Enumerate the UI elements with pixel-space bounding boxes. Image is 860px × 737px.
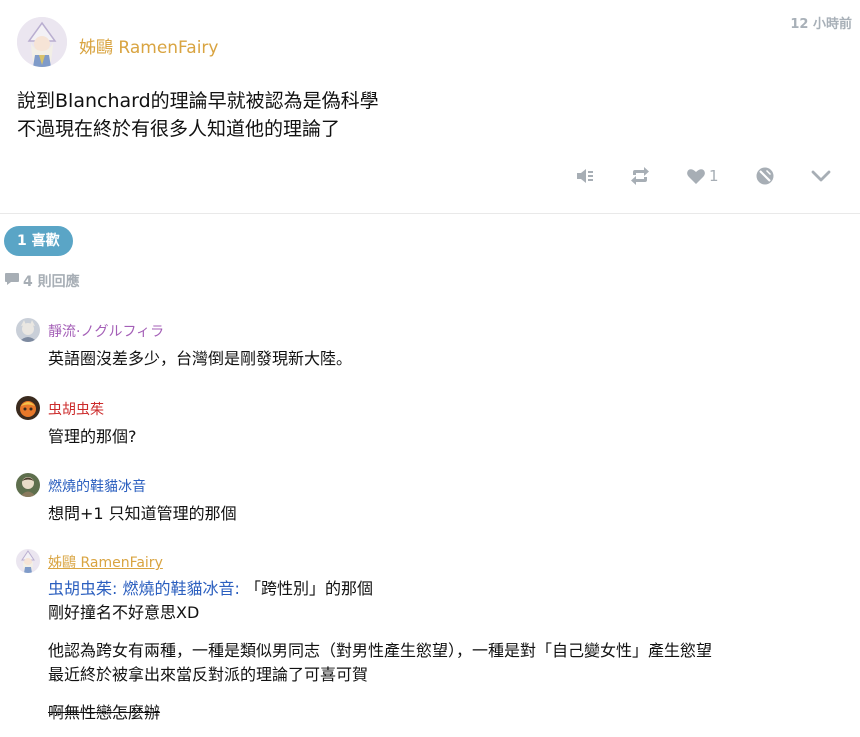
post-card: 姊鷗 RamenFairy 12 小時前 說到Blanchard的理論早就被認為… <box>0 0 860 214</box>
author-avatar[interactable] <box>17 17 67 67</box>
block-icon <box>755 166 775 186</box>
reply-count[interactable]: 4 則回應 <box>4 271 80 291</box>
like-count: 1 <box>709 167 719 185</box>
comment-avatar[interactable] <box>16 549 40 573</box>
share-icon <box>629 166 651 186</box>
comment-avatar[interactable] <box>16 473 40 497</box>
post-body-line: 不過現在終於有很多人知道他的理論了 <box>17 118 341 140</box>
likes-count-button[interactable]: 1 喜歡 <box>4 226 73 256</box>
post-timestamp[interactable]: 12 小時前 <box>790 13 852 32</box>
comment-line: 最近終於被拿出來當反對派的理論了可喜可賀 <box>48 665 369 684</box>
chevron-down-icon <box>811 166 831 186</box>
comment-line: 剛好撞名不好意思XD <box>48 603 200 622</box>
mention-separator: : <box>112 579 123 598</box>
post-body: 說到Blanchard的理論早就被認為是偽科學 不過現在終於有很多人知道他的理論… <box>17 87 379 143</box>
reply-count-label: 4 則回應 <box>23 274 80 290</box>
comment-avatar[interactable] <box>16 318 40 342</box>
comment-author[interactable]: 靜流·ノグルフィラ <box>48 321 164 341</box>
comment-bubble-icon <box>4 271 23 291</box>
mute-button[interactable] <box>575 164 595 188</box>
comment-text: 想問+1 只知道管理的那個 <box>48 504 237 523</box>
comment-text: 英語圈沒差多少，台灣倒是剛發現新大陸。 <box>48 349 353 368</box>
comment-author[interactable]: 姊鷗 RamenFairy <box>48 552 163 572</box>
post-body-line: 說到Blanchard的理論早就被認為是偽科學 <box>17 90 379 112</box>
post-author-name[interactable]: 姊鷗 RamenFairy <box>79 33 218 58</box>
comment-line: 他認為跨女有兩種，一種是類似男同志（對男性產生慾望），一種是對「自己變女性」產生… <box>48 641 713 660</box>
comment-line-text: 「跨性別」的那個 <box>239 579 373 598</box>
like-button[interactable]: 1 <box>686 164 719 188</box>
share-button[interactable] <box>629 164 651 188</box>
comment-author[interactable]: 燃燒的鞋貓冰音 <box>48 476 146 496</box>
comment-author[interactable]: 虫胡虫茱 <box>48 399 104 419</box>
heart-icon <box>686 166 706 186</box>
block-button[interactable] <box>755 164 775 188</box>
comment-line: 虫胡虫茱: 燃燒的鞋貓冰音: 「跨性別」的那個 <box>48 577 712 601</box>
comment-avatar[interactable] <box>16 396 40 420</box>
mute-icon <box>575 166 595 186</box>
more-options-button[interactable] <box>811 164 831 188</box>
comment-text: 管理的那個? <box>48 427 137 446</box>
mention-link[interactable]: 虫胡虫茱 <box>48 579 112 598</box>
comment-text-block: 虫胡虫茱: 燃燒的鞋貓冰音: 「跨性別」的那個 剛好撞名不好意思XD 他認為跨女… <box>48 577 712 725</box>
comment-line-strikethrough: 啊無性戀怎麼辦 <box>48 703 161 722</box>
mention-link[interactable]: 燃燒的鞋貓冰音 <box>123 579 235 598</box>
